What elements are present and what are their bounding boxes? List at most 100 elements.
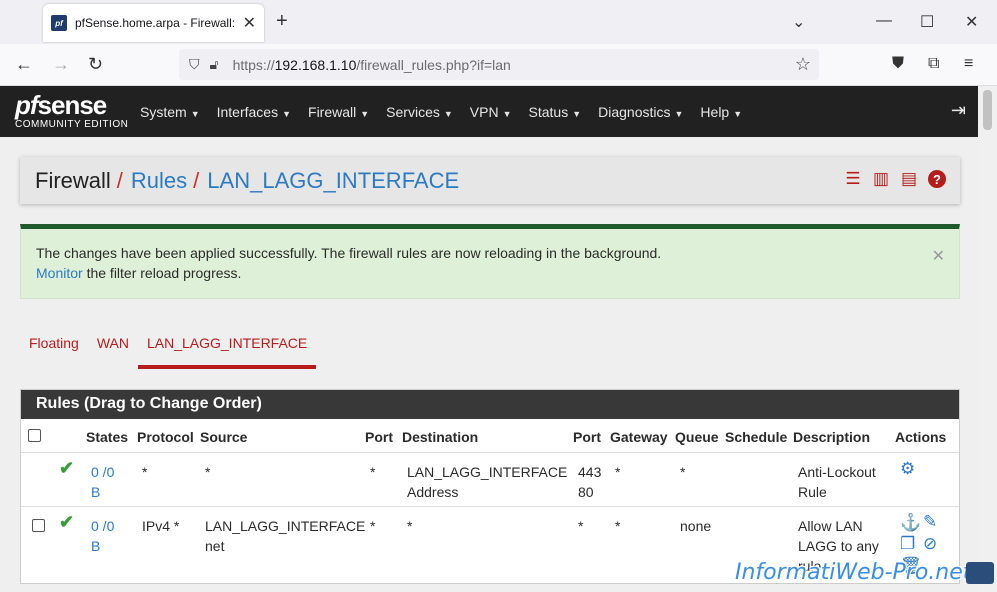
back-arrow-icon[interactable]: ← — [15, 54, 33, 75]
breadcrumb-firewall: Firewall — [35, 167, 111, 193]
column-header[interactable]: States — [86, 427, 128, 447]
table-row[interactable]: ✔ 0 /0 B * * * LAN_LAGG_INTERFACE Addres… — [21, 453, 959, 507]
cell-source: LAN_LAGG_INTERFACE — [205, 518, 366, 534]
menu-system[interactable]: System ▼ — [140, 104, 200, 120]
shield-icon[interactable]: ⛉ — [189, 56, 200, 73]
help-icon[interactable]: ? — [928, 170, 946, 188]
lock-warning-icon[interactable]: 🔓︎ — [210, 56, 219, 73]
monitor-link[interactable]: Monitor — [36, 265, 83, 281]
cell-queue: none — [680, 518, 712, 534]
url-bar[interactable]: ⛉ 🔓︎ https://192.168.1.10/firewall_rules… — [179, 49, 819, 80]
edit-pencil-icon[interactable]: ✎ — [923, 512, 937, 532]
cell-gateway: * — [615, 464, 621, 480]
menu-status[interactable]: Status ▼ — [529, 104, 582, 120]
main-content: Firewall / Rules / LAN_LAGG_INTERFACE ☰ … — [0, 137, 978, 592]
column-header[interactable]: Queue — [675, 427, 719, 447]
breadcrumb: Firewall / Rules / LAN_LAGG_INTERFACE ☰ … — [20, 157, 960, 204]
breadcrumb-interface-link[interactable]: LAN_LAGG_INTERFACE — [207, 168, 459, 194]
states-link[interactable]: B — [91, 536, 100, 556]
column-header[interactable]: Gateway — [610, 427, 668, 447]
column-header[interactable]: Port — [573, 427, 601, 447]
cell-source-port: * — [370, 464, 376, 480]
cell-queue: * — [680, 464, 686, 480]
cell-description: Anti-Lockout — [798, 464, 876, 480]
states-link[interactable]: 0 /0 — [91, 516, 114, 536]
rules-panel: Rules (Drag to Change Order) States Prot… — [20, 389, 960, 584]
menu-interfaces[interactable]: Interfaces ▼ — [217, 104, 291, 120]
alert-message-rest: the filter reload progress. — [82, 265, 242, 281]
sliders-icon[interactable]: ☰ — [844, 169, 862, 188]
column-header[interactable]: Source — [200, 427, 247, 447]
logout-icon[interactable]: ⇥ — [951, 100, 966, 121]
extensions-icon[interactable]: ⧉ — [928, 55, 939, 73]
maximize-icon[interactable]: ☐ — [920, 12, 934, 32]
column-header[interactable]: Port — [365, 427, 393, 447]
copy-icon[interactable]: ❐ — [900, 534, 915, 554]
cell-protocol: IPv4 * — [142, 518, 180, 534]
close-alert-icon[interactable]: ✕ — [932, 247, 945, 267]
column-header[interactable]: Description — [793, 427, 870, 447]
cell-gateway: * — [615, 518, 621, 534]
watermark-laptop-icon — [966, 562, 994, 584]
states-link[interactable]: B — [91, 482, 100, 502]
checkmark-pass-icon: ✔ — [59, 458, 75, 478]
cell-destination: * — [407, 518, 413, 534]
row-select-checkbox[interactable] — [32, 519, 45, 532]
tab-wan[interactable]: WAN — [88, 327, 138, 369]
cell-dest-port: 80 — [578, 484, 594, 500]
interface-tabs: Floating WAN LAN_LAGG_INTERFACE — [20, 327, 317, 369]
tab-floating[interactable]: Floating — [20, 327, 88, 369]
menu-services[interactable]: Services ▼ — [386, 104, 453, 120]
breadcrumb-separator: / — [116, 167, 123, 193]
states-link[interactable]: 0 /0 — [91, 462, 114, 482]
breadcrumb-separator: / — [193, 167, 200, 193]
cell-source-port: * — [370, 518, 376, 534]
pfsense-logo[interactable]: pfsense COMMUNITY EDITION — [15, 92, 128, 130]
cell-source: net — [205, 538, 225, 554]
minimize-icon[interactable]: — — [876, 12, 892, 30]
browser-tab[interactable]: pf pfSense.home.arpa - Firewall: R ✕ — [43, 4, 264, 42]
page-scrollbar[interactable] — [978, 86, 997, 592]
url-text[interactable]: https://192.168.1.10/firewall_rules.php?… — [233, 57, 511, 73]
new-tab-icon[interactable]: + — [276, 10, 288, 33]
cell-dest-port: 443 — [578, 464, 602, 480]
checkmark-pass-icon: ✔ — [59, 512, 75, 532]
browser-navbar: ← → ↻ ⛉ 🔓︎ https://192.168.1.10/firewall… — [0, 44, 997, 86]
select-all-checkbox[interactable] — [28, 429, 41, 442]
column-header[interactable]: Schedule — [725, 427, 787, 447]
menu-vpn[interactable]: VPN ▼ — [470, 104, 512, 120]
pocket-icon[interactable]: ⛊ — [892, 55, 904, 73]
table-header: States Protocol Source Port Destination … — [21, 419, 959, 453]
watermark: InformatiWeb-Pro.net — [735, 560, 972, 585]
pfsense-header: pfsense COMMUNITY EDITION System ▼ Interf… — [0, 86, 978, 137]
bar-chart-icon[interactable]: ▥ — [872, 169, 890, 188]
cell-description: Allow LAN — [798, 518, 863, 534]
log-list-icon[interactable]: ▤ — [900, 169, 918, 188]
rules-panel-title: Rules (Drag to Change Order) — [21, 390, 959, 419]
cell-destination: Address — [407, 484, 459, 500]
bookmark-star-icon[interactable]: ☆ — [795, 54, 811, 75]
menu-diagnostics[interactable]: Diagnostics ▼ — [598, 104, 683, 120]
tab-lan-lagg-interface[interactable]: LAN_LAGG_INTERFACE — [137, 327, 317, 369]
success-alert: The changes have been applied successful… — [20, 224, 960, 299]
column-header[interactable]: Destination — [402, 427, 478, 447]
cell-description: Rule — [798, 484, 827, 500]
disable-icon[interactable]: ⊘ — [923, 534, 937, 554]
menu-firewall[interactable]: Firewall ▼ — [308, 104, 369, 120]
forward-arrow-icon[interactable]: → — [52, 54, 70, 75]
cell-dest-port: * — [578, 518, 584, 534]
close-tab-icon[interactable]: ✕ — [243, 13, 256, 33]
pfsense-favicon-icon: pf — [51, 15, 67, 31]
column-header[interactable]: Protocol — [137, 427, 194, 447]
cell-protocol: * — [142, 464, 148, 480]
breadcrumb-rules-link[interactable]: Rules — [131, 168, 187, 194]
reload-icon[interactable]: ↻ — [88, 54, 103, 75]
column-header: Actions — [895, 429, 947, 445]
anchor-icon[interactable]: ⚓ — [900, 513, 921, 533]
close-window-icon[interactable]: ✕ — [965, 12, 978, 32]
gear-icon[interactable]: ⚙ — [900, 459, 915, 479]
tab-list-chevron-icon[interactable]: ⌄ — [792, 12, 805, 32]
hamburger-menu-icon[interactable]: ≡ — [964, 55, 973, 73]
menu-help[interactable]: Help ▼ — [700, 104, 742, 120]
cell-description: LAGG to any — [798, 538, 879, 554]
